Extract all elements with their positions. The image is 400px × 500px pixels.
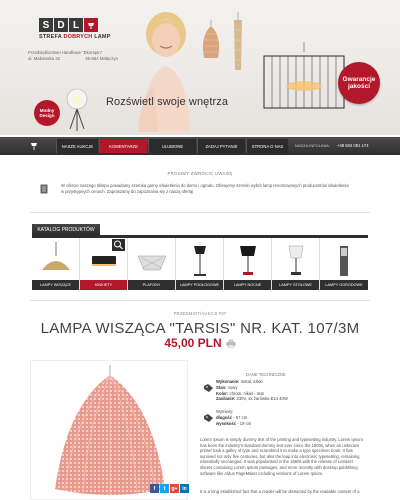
hotline-label: NASZA INFOLINIA: bbox=[295, 143, 330, 148]
google-plus-icon[interactable]: g+ bbox=[170, 484, 179, 493]
category-floor-lamps[interactable]: LAMPY PODŁOGOWE bbox=[176, 238, 224, 290]
divider bbox=[30, 300, 370, 301]
breadcrumb: PRZEDMIOT/AUKCJI #37 bbox=[173, 311, 227, 316]
category-label: LAMPY STOŁOWE bbox=[272, 280, 319, 290]
home-lamp-icon[interactable] bbox=[28, 139, 40, 151]
facebook-icon[interactable]: f bbox=[150, 484, 159, 493]
hotline-number[interactable]: +48 504 081 174 bbox=[337, 143, 369, 148]
hanging-lamps-thumbnail bbox=[42, 242, 70, 270]
category-hanging-lamps[interactable]: LAMPY WISZĄCE bbox=[32, 238, 80, 290]
category-label: LAMPY NOCNE bbox=[224, 280, 271, 290]
category-label: KINKIETY bbox=[80, 280, 127, 290]
specs-title: DANE TECHNICZNE bbox=[246, 372, 286, 377]
category-night-lamps[interactable]: LAMPY NOCNE bbox=[224, 238, 272, 290]
product-price: 45,00 PLN bbox=[164, 336, 222, 350]
category-label: LAMPY PODŁOGOWE bbox=[176, 280, 223, 290]
nav-item-favorites[interactable]: ULUBIONE bbox=[148, 139, 196, 153]
pendant-lamp-image bbox=[234, 12, 242, 70]
product-description-continued: It is a long established fact that a rea… bbox=[200, 489, 360, 494]
share-buttons: f t g+ in bbox=[150, 484, 189, 493]
desk-lamp-image bbox=[66, 88, 88, 131]
modny-design-badge: Modny Design bbox=[34, 100, 60, 126]
document-icon bbox=[40, 184, 48, 194]
tag-icon bbox=[204, 384, 213, 392]
ceiling-lamps-thumbnail bbox=[137, 255, 167, 271]
hanging-lamp-image bbox=[202, 20, 220, 58]
zoom-icon[interactable] bbox=[112, 239, 125, 251]
table-lamps-thumbnail bbox=[288, 245, 304, 275]
product-image[interactable] bbox=[30, 360, 188, 500]
logo-letter: L bbox=[69, 18, 83, 32]
logo-subtitle: STREFA DOBRYCH LAMP bbox=[39, 34, 111, 40]
night-lamps-thumbnail bbox=[240, 246, 256, 275]
linkedin-icon[interactable]: in bbox=[180, 484, 189, 493]
tag-icon bbox=[204, 414, 213, 422]
hero-slogan: Rozświetl swoje wnętrza bbox=[106, 96, 229, 108]
notice-text: W ofercie naszego sklepu posiadamy szero… bbox=[61, 183, 349, 194]
category-table-lamps[interactable]: LAMPY STOŁOWE bbox=[272, 238, 320, 290]
logo-letter: S bbox=[39, 18, 53, 32]
print-icon[interactable] bbox=[226, 339, 236, 348]
garden-lamps-thumbnail bbox=[340, 246, 348, 276]
divider bbox=[30, 212, 370, 213]
category-label: LAMPY WISZĄCE bbox=[32, 280, 79, 290]
cage-lamp-image bbox=[263, 42, 345, 109]
nav-item-ask-question[interactable]: ZADAJ PYTANIE bbox=[197, 139, 245, 153]
catalog-grid: LAMPY WISZĄCE KINKIETY PLAFONY LAMPY POD… bbox=[32, 238, 368, 290]
lamp-icon bbox=[84, 18, 98, 32]
logo-letter: D bbox=[54, 18, 68, 32]
quality-guarantee-badge: Gwarancje jakości bbox=[338, 62, 380, 104]
dimensions-list: Wymiary: długość - 57 cm wysokość - 19 c… bbox=[216, 409, 252, 426]
floor-lamps-thumbnail bbox=[194, 246, 206, 276]
nav-item-about[interactable]: STRONA O NAS bbox=[246, 139, 288, 153]
nav-item-auctions[interactable]: NASZE AUKCJE bbox=[56, 139, 98, 153]
nav-item-comments[interactable]: KOMENTARZE bbox=[99, 139, 147, 153]
category-label: PLAFONY bbox=[128, 280, 175, 290]
woman-photo bbox=[138, 12, 190, 132]
category-label: LAMPY OGRODOWE bbox=[320, 280, 368, 290]
twitter-icon[interactable]: t bbox=[160, 484, 169, 493]
hero-banner: S D L STREFA DOBRYCH LAMP Przedsiębiorst… bbox=[0, 0, 400, 135]
logo[interactable]: S D L STREFA DOBRYCH LAMP bbox=[39, 18, 111, 40]
category-garden-lamps[interactable]: LAMPY OGRODOWE bbox=[320, 238, 368, 290]
catalog-tab[interactable]: KATALOG PRODUKTÓW bbox=[32, 224, 100, 235]
product-title: LAMPA WISZĄCA "TARSIS" NR. KAT. 107/3M bbox=[40, 320, 360, 337]
tarsis-lamp-image bbox=[55, 365, 165, 497]
spec-list: Wykonanie: metal, szkło Stan: nowy Kolor… bbox=[216, 379, 288, 402]
company-address: Przedsiębiorstwo Handlowe "Ekorepin" ul.… bbox=[28, 50, 118, 61]
notice-title: PROSIMY ZWRÓCIĆ UWAGĘ bbox=[167, 171, 233, 176]
category-ceiling-lamps[interactable]: PLAFONY bbox=[128, 238, 176, 290]
product-description: Lorem Ipsum is simply dummy text of the … bbox=[200, 437, 363, 476]
